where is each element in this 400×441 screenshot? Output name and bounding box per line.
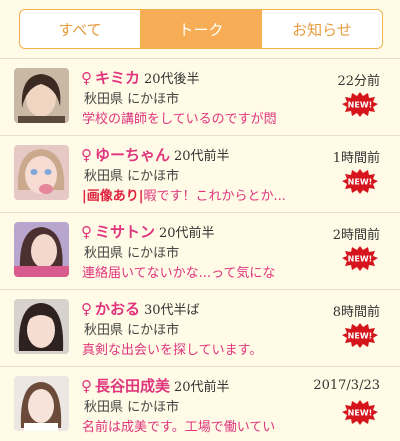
new-badge-label: NEW!	[348, 332, 373, 341]
message-text: 真剣な出会いを探しています。	[82, 343, 263, 358]
new-badge-icon: NEW!	[342, 246, 378, 271]
user-location: 秋田県 にかほ市	[84, 169, 180, 184]
user-name: キミカ	[95, 69, 141, 87]
message-text: 学校の講師をしているのですが悶	[82, 112, 277, 127]
message-preview: 学校の講師をしているのですが悶	[82, 108, 304, 127]
message-preview: 真剣な出会いを探しています。	[82, 339, 304, 358]
conversation-row[interactable]: ♀ ゆーちゃん 20代前半 秋田県 にかほ市 |画像あり|暇です！これからとか...…	[0, 135, 400, 212]
profile-photo-icon	[14, 222, 69, 277]
avatar[interactable]	[14, 299, 69, 354]
female-icon: ♀	[81, 69, 92, 87]
message-tag: |画像あり|	[82, 189, 144, 204]
tab-notices[interactable]: お知らせ	[262, 10, 382, 48]
tab-bar: すべて トーク お知らせ	[19, 9, 383, 49]
user-age: 20代後半	[144, 72, 200, 87]
timestamp: 2時間前	[332, 228, 380, 243]
message-text: 暇です！これからとか...	[143, 189, 286, 204]
timestamp: 1時間前	[332, 151, 380, 166]
new-badge-label: NEW!	[348, 178, 373, 187]
conversation-row[interactable]: ♀ ミサトン 20代前半 秋田県 にかほ市 連絡届いてないかな...って気にな 2時…	[0, 212, 400, 289]
message-text: 名前は成美です。工場で働いてい	[82, 420, 276, 435]
message-preview: |画像あり|暇です！これからとか...	[82, 185, 304, 204]
tab-talk[interactable]: トーク	[141, 10, 262, 48]
user-name: かおる	[95, 300, 141, 318]
conversation-list: ♀ キミカ 20代後半 秋田県 にかほ市 学校の講師をしているのですが悶 22分前 …	[0, 58, 400, 441]
new-badge-label: NEW!	[348, 255, 373, 264]
user-location: 秋田県 にかほ市	[84, 246, 180, 261]
user-location: 秋田県 にかほ市	[84, 92, 180, 107]
message-preview: 名前は成美です。工場で働いてい	[82, 416, 304, 435]
timestamp: 8時間前	[332, 305, 380, 320]
user-age: 20代前半	[159, 226, 215, 241]
user-name: ゆーちゃん	[95, 146, 171, 164]
avatar[interactable]	[14, 222, 69, 277]
timestamp: 22分前	[337, 74, 380, 89]
female-icon: ♀	[81, 223, 92, 241]
avatar[interactable]	[14, 68, 69, 123]
message-text: 連絡届いてないかな...って気にな	[82, 266, 276, 281]
tab-all[interactable]: すべて	[20, 10, 141, 48]
female-icon: ♀	[81, 300, 92, 318]
user-location: 秋田県 にかほ市	[84, 400, 180, 415]
user-age: 20代前半	[174, 149, 230, 164]
avatar[interactable]	[14, 376, 69, 431]
user-name: ミサトン	[95, 223, 156, 241]
user-age: 20代前半	[174, 380, 230, 395]
new-badge-icon: NEW!	[342, 169, 378, 194]
female-icon: ♀	[81, 146, 92, 164]
profile-photo-icon	[14, 145, 69, 200]
user-location: 秋田県 にかほ市	[84, 323, 180, 338]
conversation-row[interactable]: ♀ かおる 30代半ば 秋田県 にかほ市 真剣な出会いを探しています。 8時間前 N…	[0, 289, 400, 366]
timestamp: 2017/3/23	[313, 378, 380, 393]
profile-photo-icon	[14, 68, 69, 123]
new-badge-icon: NEW!	[342, 92, 378, 117]
message-preview: 連絡届いてないかな...って気にな	[82, 262, 304, 281]
conversation-row[interactable]: ♀ キミカ 20代後半 秋田県 にかほ市 学校の講師をしているのですが悶 22分前 …	[0, 58, 400, 135]
conversation-row[interactable]: ♀ 長谷田成美 20代前半 秋田県 にかほ市 名前は成美です。工場で働いてい 201…	[0, 366, 400, 441]
new-badge-icon: NEW!	[342, 400, 378, 425]
user-name: 長谷田成美	[95, 377, 171, 395]
new-badge-icon: NEW!	[342, 323, 378, 348]
avatar[interactable]	[14, 145, 69, 200]
user-age: 30代半ば	[144, 303, 200, 318]
female-icon: ♀	[81, 377, 92, 395]
new-badge-label: NEW!	[348, 101, 373, 110]
profile-photo-icon	[14, 299, 69, 354]
profile-photo-icon	[14, 376, 69, 431]
new-badge-label: NEW!	[348, 409, 373, 418]
